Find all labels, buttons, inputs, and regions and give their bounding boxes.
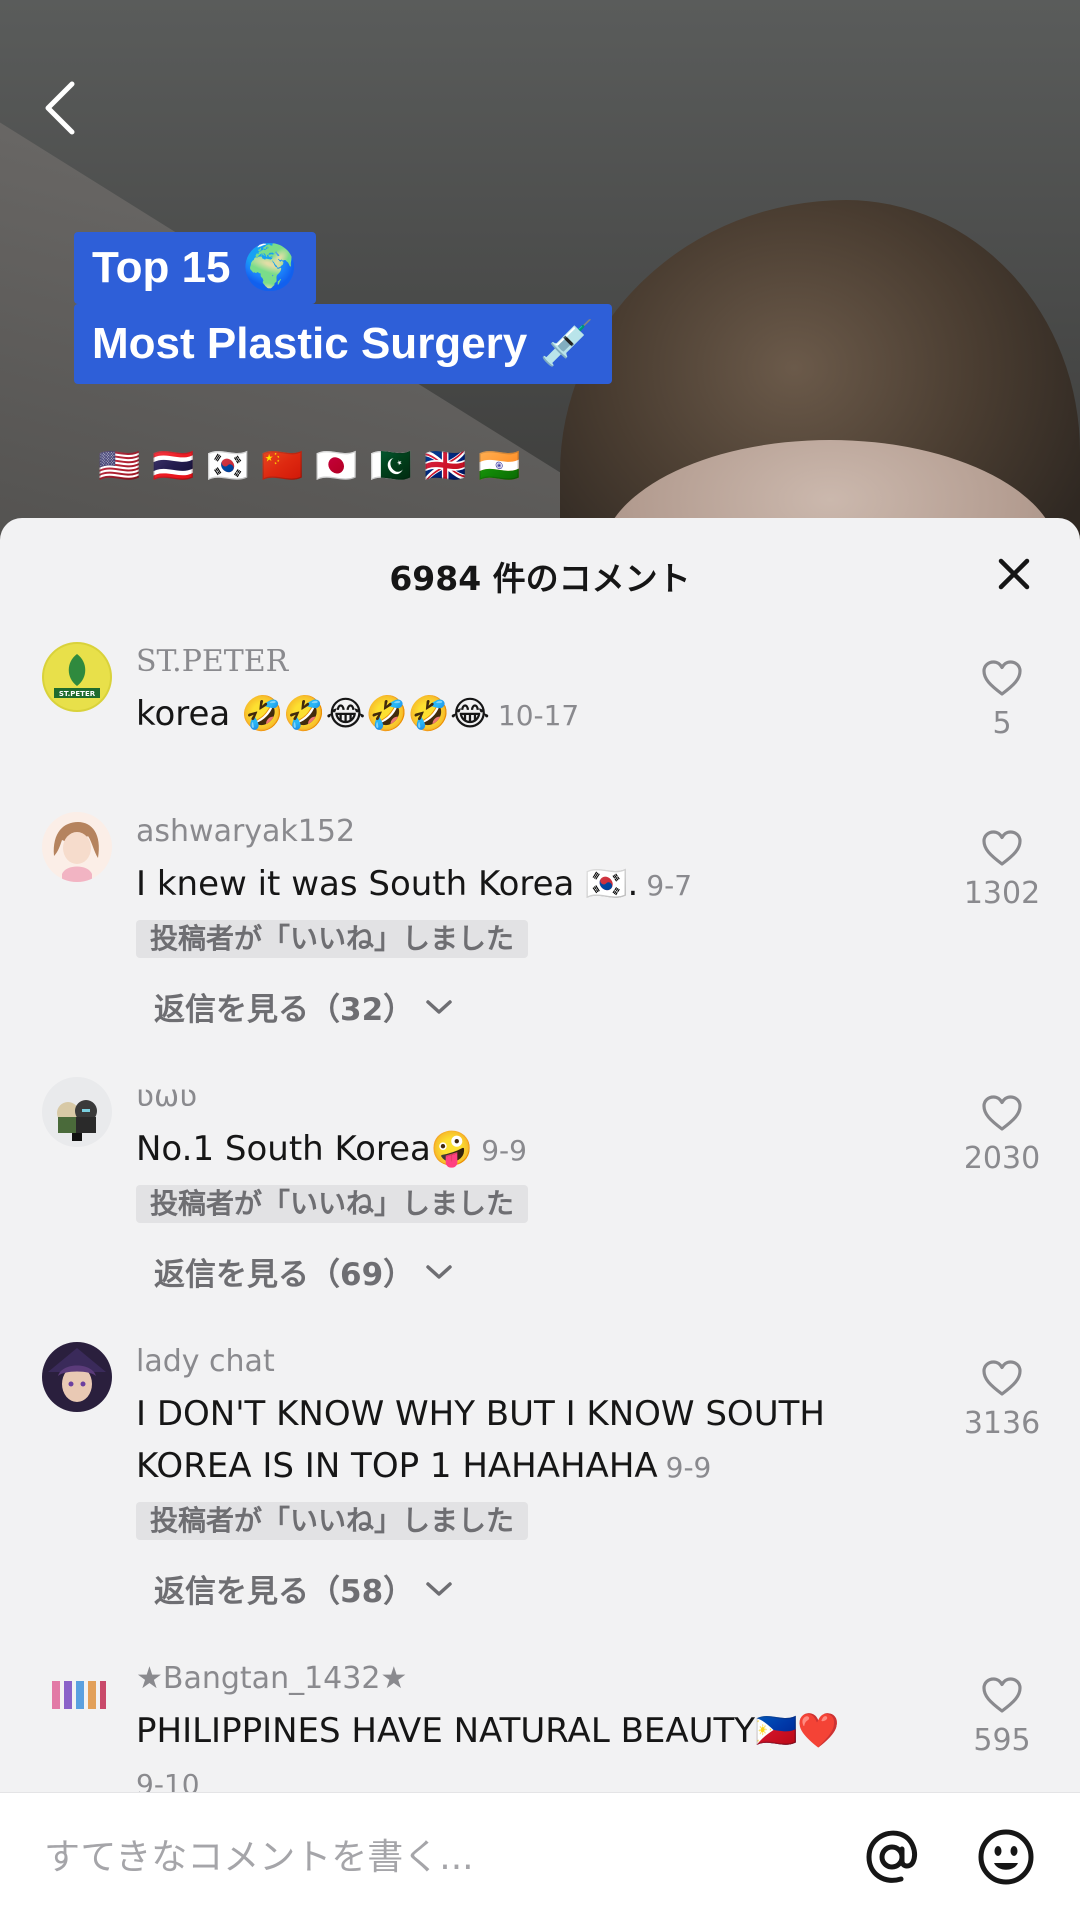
heart-outline-icon	[982, 1677, 1022, 1713]
view-replies-label: 返信を見る（32）	[154, 992, 415, 1028]
comments-sheet: 6984 件のコメント ST.PETER ST.PETER korea 🤣🤣😂🤣…	[0, 518, 1080, 1920]
flag: 🇹🇭	[152, 446, 195, 486]
avatar[interactable]	[42, 1342, 112, 1412]
video-player[interactable]: Top 15 🌍 Most Plastic Surgery 💉 🇺🇸 🇹🇭 🇰🇷…	[0, 0, 1080, 540]
comment-body: PHILIPPINES HAVE NATURAL BEAUTY🇵🇭❤️	[136, 1711, 840, 1751]
comment-item: ʋωʋ No.1 South Korea🤪 9-9 投稿者が「いいね」しました 返…	[0, 1077, 1080, 1294]
like-button[interactable]: 1302	[942, 828, 1062, 911]
creator-liked-badge: 投稿者が「いいね」しました	[136, 1185, 529, 1223]
chevron-down-icon	[426, 999, 452, 1014]
back-button[interactable]	[36, 76, 84, 140]
comment-username[interactable]: ashwaryak152	[136, 812, 1080, 852]
video-flag-row: 🇺🇸 🇹🇭 🇰🇷 🇨🇳 🇯🇵 🇵🇰 🇬🇧 🇮🇳	[98, 446, 521, 486]
view-replies-label: 返信を見る（69）	[154, 1257, 415, 1293]
comment-text: I DON'T KNOW WHY BUT I KNOW SOUTH KOREA …	[136, 1388, 1080, 1494]
comment-date: 9-7	[646, 869, 693, 902]
comment-input-bar	[0, 1792, 1080, 1920]
like-count: 595	[973, 1723, 1031, 1758]
mention-button[interactable]	[860, 1825, 924, 1889]
comment-text: No.1 South Korea🤪 9-9	[136, 1123, 1080, 1177]
video-caption-line-1: Top 15 🌍	[74, 232, 316, 304]
comment-username[interactable]: ★Bangtan_1432★	[136, 1659, 1080, 1699]
comment-text: korea 🤣🤣😂🤣🤣😂 10-17	[136, 688, 1080, 742]
like-count: 3136	[963, 1406, 1041, 1441]
svg-text:ST.PETER: ST.PETER	[59, 690, 96, 698]
video-caption-line-2: Most Plastic Surgery 💉	[74, 304, 613, 384]
comment-item: lady chat I DON'T KNOW WHY BUT I KNOW SO…	[0, 1342, 1080, 1611]
heart-outline-icon	[982, 660, 1022, 696]
chevron-down-icon	[426, 1581, 452, 1596]
at-sign-icon	[866, 1830, 917, 1883]
view-replies-button[interactable]: 返信を見る（69）	[154, 1249, 454, 1294]
flag: 🇺🇸	[98, 446, 141, 486]
comment-item: ashwaryak152 I knew it was South Korea 🇰…	[0, 812, 1080, 1029]
avatar[interactable]	[42, 1077, 112, 1147]
like-button[interactable]: 595	[942, 1675, 1062, 1758]
comment-username[interactable]: ʋωʋ	[136, 1077, 1080, 1117]
comment-date: 10-17	[497, 699, 580, 732]
close-button[interactable]	[988, 548, 1040, 600]
like-button[interactable]: 5	[942, 658, 1062, 741]
creator-liked-badge: 投稿者が「いいね」しました	[136, 1502, 529, 1540]
comment-item: ★Bangtan_1432★ PHILIPPINES HAVE NATURAL …	[0, 1659, 1080, 1792]
comment-body: I knew it was South Korea 🇰🇷.	[136, 864, 639, 904]
comment-body: I DON'T KNOW WHY BUT I KNOW SOUTH KOREA …	[136, 1394, 825, 1486]
emoji-button[interactable]	[974, 1825, 1038, 1889]
chevron-down-icon	[426, 1264, 452, 1279]
flag: 🇬🇧	[424, 446, 467, 486]
heart-outline-icon	[982, 830, 1022, 866]
comments-list[interactable]: ST.PETER ST.PETER korea 🤣🤣😂🤣🤣😂 10-17 5 a…	[0, 622, 1080, 1792]
heart-outline-icon	[982, 1095, 1022, 1131]
smiley-icon	[978, 1829, 1034, 1885]
view-replies-label: 返信を見る（58）	[154, 1574, 415, 1610]
comment-date: 9-9	[481, 1134, 527, 1167]
comments-header: 6984 件のコメント	[0, 518, 1080, 622]
comments-count-title: 6984 件のコメント	[389, 559, 691, 598]
comment-date: 9-10	[136, 1768, 200, 1792]
flag: 🇯🇵	[315, 446, 358, 486]
comment-date: 9-9	[665, 1451, 712, 1484]
like-count: 5	[992, 706, 1012, 741]
view-replies-button[interactable]: 返信を見る（58）	[154, 1566, 454, 1611]
comment-input[interactable]	[44, 1821, 824, 1893]
view-replies-button[interactable]: 返信を見る（32）	[154, 984, 454, 1029]
comment-text: PHILIPPINES HAVE NATURAL BEAUTY🇵🇭❤️ 9-10	[136, 1705, 1080, 1792]
flag: 🇵🇰	[369, 446, 413, 486]
comment-body: No.1 South Korea🤪	[136, 1129, 474, 1169]
like-count: 1302	[963, 876, 1041, 911]
avatar[interactable]	[42, 1659, 112, 1729]
comment-body: korea 🤣🤣😂🤣🤣😂	[136, 694, 490, 734]
comment-item: ST.PETER ST.PETER korea 🤣🤣😂🤣🤣😂 10-17 5	[0, 642, 1080, 742]
comment-text: I knew it was South Korea 🇰🇷. 9-7	[136, 858, 1080, 912]
comment-username[interactable]: ST.PETER	[136, 642, 1080, 682]
avatar[interactable]	[42, 812, 112, 882]
close-icon	[998, 558, 1030, 590]
like-button[interactable]: 2030	[942, 1093, 1062, 1176]
chevron-left-icon	[45, 81, 75, 135]
flag: 🇮🇳	[478, 446, 521, 486]
heart-outline-icon	[982, 1360, 1022, 1396]
avatar[interactable]: ST.PETER	[42, 642, 112, 712]
like-count: 2030	[963, 1141, 1041, 1176]
creator-liked-badge: 投稿者が「いいね」しました	[136, 920, 529, 958]
flag: 🇨🇳	[261, 446, 304, 486]
like-button[interactable]: 3136	[942, 1358, 1062, 1441]
flag: 🇰🇷	[206, 446, 250, 486]
comment-username[interactable]: lady chat	[136, 1342, 1080, 1382]
